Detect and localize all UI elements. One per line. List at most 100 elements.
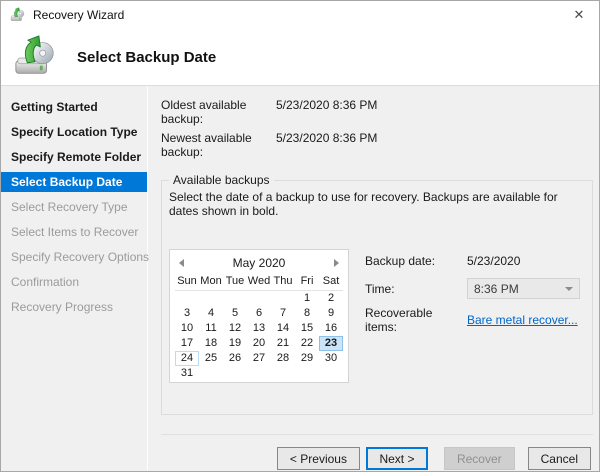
sidebar-item-specify-recovery-options[interactable]: Specify Recovery Options <box>1 247 147 267</box>
cancel-button[interactable]: Cancel <box>528 447 591 470</box>
calendar-day-empty <box>295 366 319 381</box>
calendar-day-empty <box>271 366 295 381</box>
title-bar: Recovery Wizard ✕ <box>1 1 599 29</box>
calendar-day-empty <box>271 291 295 306</box>
calendar-week-row: 10111213141516 <box>175 321 343 336</box>
sidebar-item-getting-started[interactable]: Getting Started <box>1 97 147 117</box>
calendar-day-12[interactable]: 12 <box>223 321 247 336</box>
calendar-day-23[interactable]: 23 <box>319 336 343 351</box>
newest-backup-label: Newest available backup: <box>161 131 276 159</box>
calendar-day-6[interactable]: 6 <box>247 306 271 321</box>
calendar-month-label: May 2020 <box>233 256 286 270</box>
backup-date-calendar[interactable]: May 2020 SunMonTueWedThuFriSat 123456789… <box>169 249 349 383</box>
calendar-dayname-mon: Mon <box>199 274 223 291</box>
calendar-day-16[interactable]: 16 <box>319 321 343 336</box>
calendar-week-row: 24252627282930 <box>175 351 343 366</box>
recoverable-items-row: Recoverable items: Bare metal recover... <box>365 306 580 334</box>
calendar-day-15[interactable]: 15 <box>295 321 319 336</box>
wizard-button-bar: < Previous Next > Recover Cancel <box>161 434 593 470</box>
oldest-backup-label: Oldest available backup: <box>161 98 276 126</box>
calendar-daynames-row: SunMonTueWedThuFriSat <box>175 274 343 291</box>
time-value: 8:36 PM <box>474 282 519 296</box>
backup-date-value: 5/23/2020 <box>467 254 520 268</box>
sidebar-item-specify-location-type[interactable]: Specify Location Type <box>1 122 147 142</box>
sidebar-item-confirmation[interactable]: Confirmation <box>1 272 147 292</box>
calendar-day-7[interactable]: 7 <box>271 306 295 321</box>
newest-backup-value: 5/23/2020 8:36 PM <box>276 131 377 159</box>
recover-button: Recover <box>444 447 515 470</box>
calendar-week-row: 3456789 <box>175 306 343 321</box>
chevron-down-icon <box>565 287 573 291</box>
recovery-wizard-app-icon <box>10 7 26 23</box>
calendar-week-row: 12 <box>175 291 343 306</box>
calendar-day-18[interactable]: 18 <box>199 336 223 351</box>
calendar-day-26[interactable]: 26 <box>223 351 247 366</box>
close-icon[interactable]: ✕ <box>565 3 593 27</box>
calendar-day-20[interactable]: 20 <box>247 336 271 351</box>
calendar-day-4[interactable]: 4 <box>199 306 223 321</box>
calendar-next-month-icon[interactable] <box>334 259 339 267</box>
next-button[interactable]: Next > <box>366 447 428 470</box>
calendar-day-14[interactable]: 14 <box>271 321 295 336</box>
calendar-day-30[interactable]: 30 <box>319 351 343 366</box>
calendar-dayname-sat: Sat <box>319 274 343 291</box>
calendar-day-17[interactable]: 17 <box>175 336 199 351</box>
calendar-day-31[interactable]: 31 <box>175 366 199 381</box>
available-backups-title: Available backups <box>169 173 274 187</box>
calendar-day-3[interactable]: 3 <box>175 306 199 321</box>
previous-button[interactable]: < Previous <box>277 447 360 470</box>
calendar-day-empty <box>199 366 223 381</box>
calendar-dayname-fri: Fri <box>295 274 319 291</box>
calendar-prev-month-icon[interactable] <box>179 259 184 267</box>
calendar-day-empty <box>319 366 343 381</box>
calendar-day-21[interactable]: 21 <box>271 336 295 351</box>
calendar-day-10[interactable]: 10 <box>175 321 199 336</box>
calendar-weeks: 1234567891011121314151617181920212223242… <box>175 291 343 381</box>
calendar-day-5[interactable]: 5 <box>223 306 247 321</box>
calendar-dayname-wed: Wed <box>247 274 271 291</box>
newest-backup-row: Newest available backup: 5/23/2020 8:36 … <box>161 131 593 159</box>
recoverable-items-label: Recoverable items: <box>365 306 467 334</box>
calendar-day-8[interactable]: 8 <box>295 306 319 321</box>
sidebar-item-select-recovery-type[interactable]: Select Recovery Type <box>1 197 147 217</box>
wizard-header: Select Backup Date <box>1 29 599 86</box>
sidebar-nav: Getting Started Specify Location Type Spec… <box>1 86 148 470</box>
page-title: Select Backup Date <box>77 49 216 66</box>
calendar-day-24[interactable]: 24 <box>175 351 199 366</box>
sidebar-item-recovery-progress[interactable]: Recovery Progress <box>1 297 147 317</box>
calendar-day-28[interactable]: 28 <box>271 351 295 366</box>
recovery-wizard-window: Recovery Wizard ✕ Select Backup Date Get… <box>0 0 600 472</box>
calendar-day-25[interactable]: 25 <box>199 351 223 366</box>
time-label: Time: <box>365 282 467 296</box>
calendar-dayname-tue: Tue <box>223 274 247 291</box>
recoverable-items-link[interactable]: Bare metal recover... <box>467 313 578 327</box>
calendar-header: May 2020 <box>172 253 346 274</box>
calendar-day-27[interactable]: 27 <box>247 351 271 366</box>
calendar-day-empty <box>223 366 247 381</box>
calendar-day-empty <box>247 366 271 381</box>
available-backups-group: Available backups Select the date of a b… <box>161 180 593 415</box>
calendar-day-empty <box>223 291 247 306</box>
calendar-day-empty <box>175 291 199 306</box>
backup-detail-fields: Backup date: 5/23/2020 Time: 8:36 PM Rec… <box>365 249 580 383</box>
sidebar-item-select-backup-date[interactable]: Select Backup Date <box>1 172 147 192</box>
backup-date-row: Backup date: 5/23/2020 <box>365 250 580 271</box>
backup-date-label: Backup date: <box>365 254 467 268</box>
window-title: Recovery Wizard <box>33 8 124 22</box>
calendar-day-19[interactable]: 19 <box>223 336 247 351</box>
calendar-day-22[interactable]: 22 <box>295 336 319 351</box>
calendar-dayname-sun: Sun <box>175 274 199 291</box>
time-dropdown[interactable]: 8:36 PM <box>467 278 580 299</box>
calendar-grid: SunMonTueWedThuFriSat 123456789101112131… <box>175 274 343 381</box>
calendar-day-11[interactable]: 11 <box>199 321 223 336</box>
calendar-week-row: 31 <box>175 366 343 381</box>
calendar-dayname-thu: Thu <box>271 274 295 291</box>
calendar-day-1[interactable]: 1 <box>295 291 319 306</box>
calendar-day-13[interactable]: 13 <box>247 321 271 336</box>
calendar-day-9[interactable]: 9 <box>319 306 343 321</box>
calendar-day-2[interactable]: 2 <box>319 291 343 306</box>
sidebar-item-specify-remote-folder[interactable]: Specify Remote Folder <box>1 147 147 167</box>
sidebar-item-select-items-to-recover[interactable]: Select Items to Recover <box>1 222 147 242</box>
calendar-week-row: 17181920212223 <box>175 336 343 351</box>
calendar-day-29[interactable]: 29 <box>295 351 319 366</box>
